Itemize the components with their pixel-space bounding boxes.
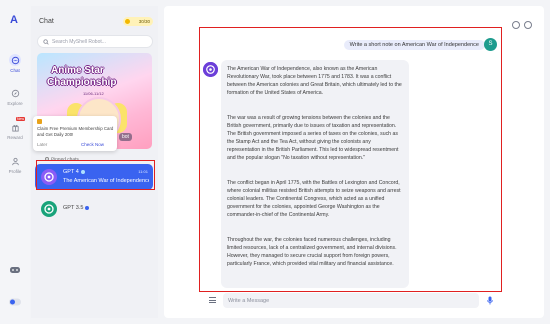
- pin-icon: [45, 157, 49, 161]
- banner-title-line2: Championship: [47, 77, 117, 88]
- rail-item-reward[interactable]: Reward: [0, 121, 30, 140]
- openai-icon: [41, 201, 57, 217]
- popup-message: Claim Free Premium Membership Card and G…: [37, 126, 114, 137]
- pinned-chats-label: Pinned chats: [45, 157, 79, 162]
- left-rail: A Chat Explore New Reward Profile: [0, 0, 30, 324]
- menu-icon[interactable]: [209, 297, 216, 305]
- banner-date: 11/06-11/12: [83, 91, 104, 96]
- verified-icon: [80, 169, 85, 174]
- later-button[interactable]: Later: [37, 142, 47, 147]
- bot-paragraph: The conflict began in April 1775, with t…: [227, 180, 401, 218]
- bot-avatar-icon: [203, 62, 218, 77]
- panel-top-icons: [508, 16, 532, 34]
- verified-icon: [85, 205, 90, 210]
- rail-label-reward: Reward: [7, 135, 23, 140]
- chat-preview: The American War of Independence...: [63, 178, 149, 184]
- openai-icon: [41, 169, 57, 185]
- compass-icon: [9, 87, 21, 99]
- chat-time: 11:01: [138, 169, 148, 174]
- rail-label-profile: Profile: [8, 169, 22, 174]
- message-input[interactable]: [223, 293, 479, 308]
- check-now-button[interactable]: Check Now: [81, 142, 104, 147]
- banner-title-line1: Anime Star: [51, 65, 104, 76]
- banner-button[interactable]: bot: [119, 133, 132, 141]
- bot-paragraph: The war was a result of growing tensions…: [227, 115, 399, 161]
- membership-popup: Claim Free Premium Membership Card and G…: [33, 116, 117, 151]
- search-placeholder: Search MyShell Robot...: [52, 39, 106, 45]
- collapse-toggle-icon[interactable]: [8, 294, 22, 306]
- search-icon: [43, 39, 49, 45]
- person-icon: [9, 155, 21, 167]
- bot-paragraph: Throughout the war, the colonies faced n…: [227, 237, 397, 267]
- discord-icon[interactable]: [8, 262, 22, 273]
- credits-value: 30/30: [138, 19, 150, 24]
- rail-item-chat[interactable]: Chat: [0, 54, 30, 73]
- chat-icon: [9, 54, 21, 66]
- microphone-icon[interactable]: [487, 296, 493, 305]
- chat-name: GPT 3.5: [63, 205, 90, 211]
- user-message: Write a short note on American War of In…: [343, 40, 485, 50]
- chat-item-gpt4[interactable]: GPT 4 11:01 The American War of Independ…: [35, 164, 153, 190]
- gift-icon: [37, 119, 42, 124]
- chat-sidebar: Chat 30/30 Search MyShell Robot... Anime…: [31, 6, 158, 318]
- pinned-label-text: Pinned chats: [51, 157, 79, 163]
- settings-icon[interactable]: [524, 21, 532, 29]
- app-logo[interactable]: A: [10, 14, 18, 26]
- robot-search[interactable]: Search MyShell Robot...: [37, 35, 153, 48]
- rail-label-chat: Chat: [10, 68, 20, 73]
- coin-icon: [125, 19, 130, 24]
- user-avatar[interactable]: S: [484, 38, 497, 51]
- rail-item-explore[interactable]: Explore: [0, 87, 30, 106]
- bot-paragraph: The American War of Independence, also k…: [227, 66, 402, 96]
- rail-label-explore: Explore: [7, 101, 23, 106]
- bot-message: The American War of Independence, also k…: [221, 60, 409, 288]
- chat-name: GPT 4: [63, 169, 85, 175]
- rail-item-profile[interactable]: Profile: [0, 155, 30, 174]
- gift-icon: [9, 121, 21, 133]
- chat-item-gpt35[interactable]: GPT 3.5: [35, 196, 153, 222]
- sidebar-title: Chat: [39, 18, 54, 25]
- account-icon[interactable]: [512, 21, 520, 29]
- credits-badge[interactable]: 30/30: [123, 17, 153, 26]
